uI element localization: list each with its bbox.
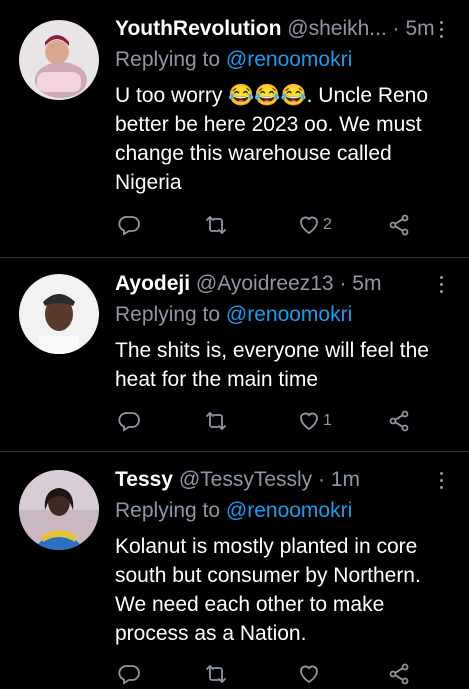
display-name[interactable]: YouthRevolution [115, 17, 281, 40]
retweet-button[interactable] [204, 659, 228, 689]
tweet-header: YouthRevolution @sheikh... · 5m [115, 16, 435, 42]
tweet-actions: 2 [115, 210, 445, 240]
retweet-icon [206, 665, 226, 683]
share-icon [389, 214, 409, 236]
like-icon [300, 216, 318, 235]
tweet-1[interactable]: YouthRevolution @sheikh... · 5m Replying… [0, 0, 469, 257]
username[interactable]: @TessyTessly [179, 468, 312, 491]
replying-label: Replying to [115, 303, 221, 326]
like-count: 2 [323, 216, 332, 233]
like-button[interactable]: 1 [297, 406, 332, 436]
username[interactable]: @sheikh... [287, 17, 387, 40]
tweet-3[interactable]: Tessy @TessyTessly · 1m Replying to @ren… [0, 452, 469, 685]
retweet-button[interactable] [204, 210, 228, 240]
like-count: 1 [323, 412, 332, 429]
display-name[interactable]: Tessy [115, 468, 173, 491]
tweet-actions: 1 [115, 406, 445, 436]
retweet-button[interactable] [204, 406, 228, 436]
tweet-header: Tessy @TessyTessly · 1m [115, 467, 360, 493]
replying-to: Replying to @renoomokri [115, 498, 352, 524]
reply-button[interactable] [117, 210, 141, 240]
reply-button[interactable] [117, 406, 141, 436]
avatar[interactable] [19, 470, 99, 550]
tweet-actions [115, 659, 445, 689]
replying-mention[interactable]: @renoomokri [226, 499, 352, 522]
reply-icon [118, 216, 140, 236]
replying-mention[interactable]: @renoomokri [226, 303, 352, 326]
more-icon[interactable] [436, 467, 446, 493]
tweet-text: The shits is, everyone will feel the hea… [115, 339, 429, 391]
replying-to: Replying to @renoomokri [115, 47, 352, 73]
like-icon [300, 665, 318, 684]
tweet-header: Ayodeji @Ayoidreez13 · 5m [115, 271, 381, 297]
more-icon[interactable] [436, 271, 446, 297]
share-button[interactable] [387, 406, 411, 436]
replying-to: Replying to @renoomokri [115, 302, 352, 328]
avatar[interactable] [19, 274, 99, 354]
share-icon [389, 410, 409, 432]
share-button[interactable] [387, 659, 411, 689]
share-button[interactable] [387, 210, 411, 240]
reply-icon [118, 412, 140, 432]
more-icon[interactable] [436, 16, 446, 42]
timestamp[interactable]: · 5m [339, 272, 381, 295]
replying-label: Replying to [115, 499, 221, 522]
like-button[interactable]: 2 [297, 210, 332, 240]
replying-mention[interactable]: @renoomokri [226, 48, 352, 71]
tweet-2[interactable]: Ayodeji @Ayoidreez13 · 5m Replying to @r… [0, 258, 469, 451]
share-icon [389, 663, 409, 685]
timestamp[interactable]: · 1m [318, 468, 360, 491]
retweet-icon [206, 412, 226, 430]
tweet-text: Kolanut is mostly planted in core south … [115, 535, 421, 645]
timestamp[interactable]: · 5m [393, 17, 435, 40]
username[interactable]: @Ayoidreez13 [196, 272, 334, 295]
like-button[interactable] [297, 659, 323, 689]
tweet-text: U too worry 😂😂😂. Uncle Reno better be he… [115, 84, 429, 194]
like-icon [300, 412, 318, 431]
retweet-icon [206, 216, 226, 234]
replying-label: Replying to [115, 48, 221, 71]
reply-button[interactable] [117, 659, 141, 689]
avatar[interactable] [19, 20, 99, 100]
display-name[interactable]: Ayodeji [115, 272, 190, 295]
reply-icon [118, 665, 140, 685]
